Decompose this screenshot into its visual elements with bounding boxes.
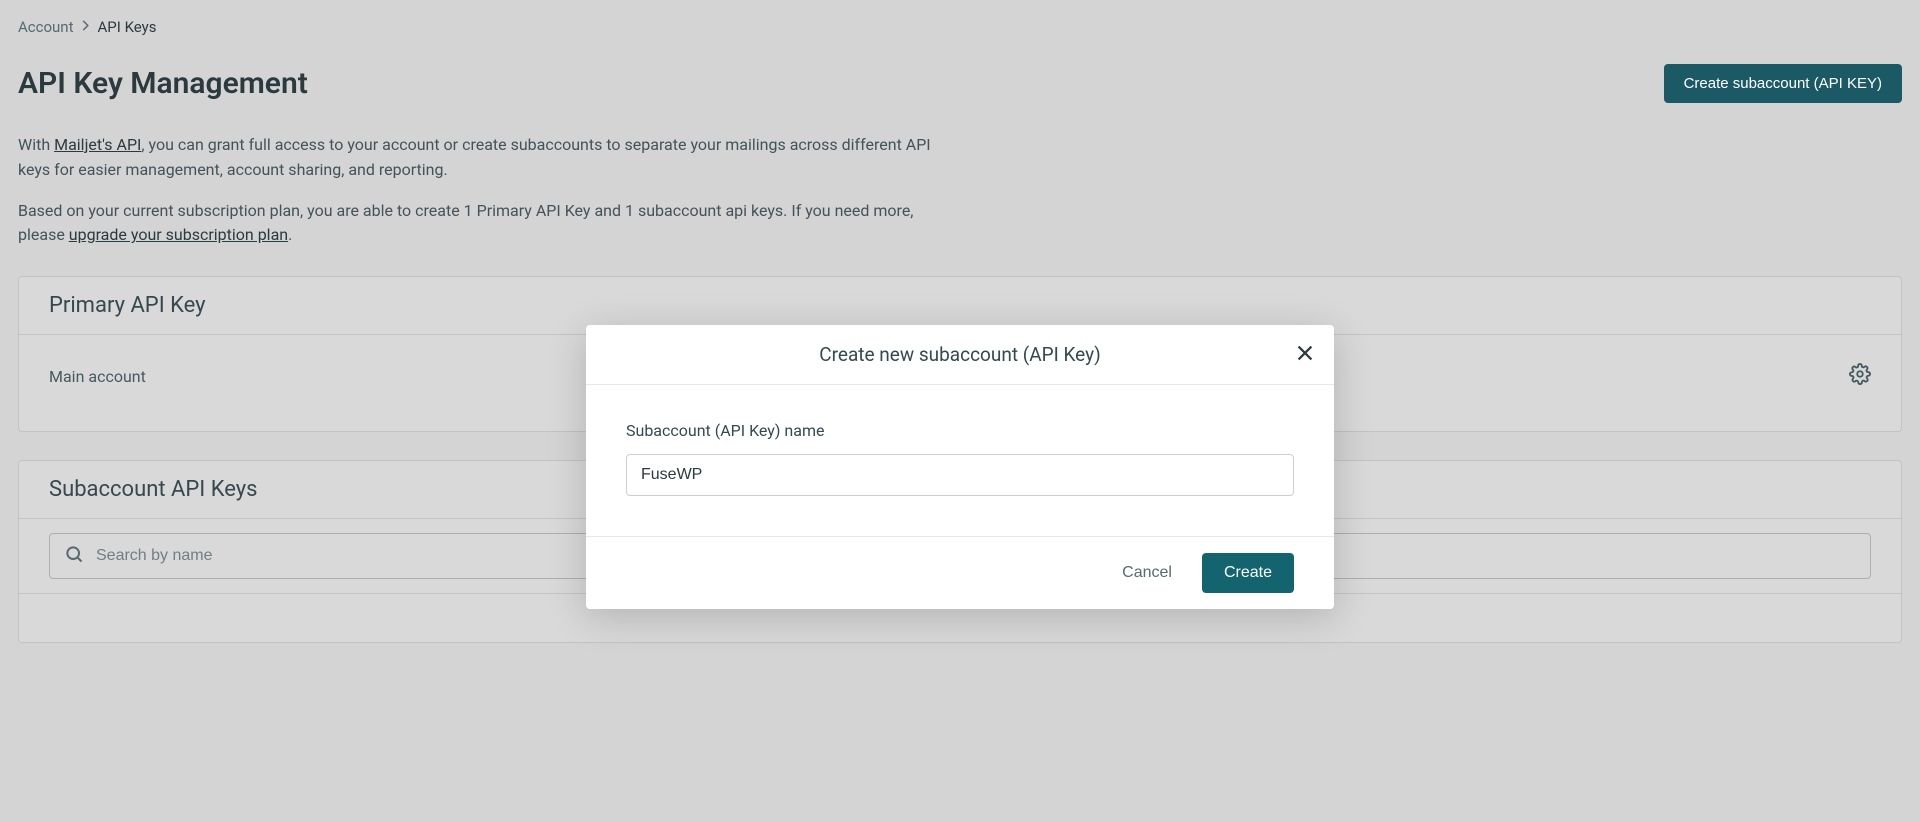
modal-title: Create new subaccount (API Key): [819, 343, 1101, 366]
subaccount-name-label: Subaccount (API Key) name: [626, 421, 1294, 440]
subaccount-name-input[interactable]: [626, 454, 1294, 496]
create-subaccount-modal: Create new subaccount (API Key) Subaccou…: [586, 325, 1334, 609]
create-button[interactable]: Create: [1202, 553, 1294, 593]
close-icon[interactable]: [1294, 341, 1316, 369]
modal-overlay: Create new subaccount (API Key) Subaccou…: [0, 0, 1920, 822]
cancel-button[interactable]: Cancel: [1122, 564, 1172, 582]
